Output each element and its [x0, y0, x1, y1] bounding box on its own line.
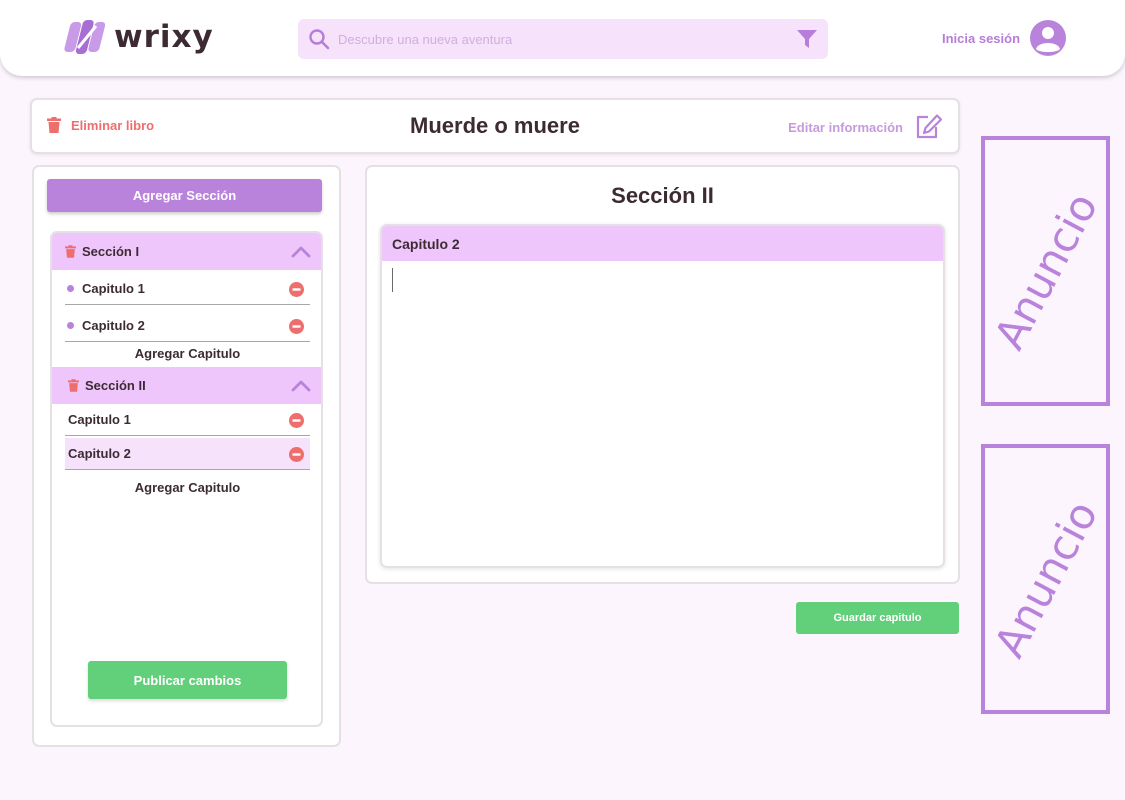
chevron-up-icon[interactable] — [291, 379, 311, 392]
ad-label: Anuncio — [984, 492, 1107, 666]
edit-info-label: Editar información — [788, 119, 903, 135]
search-input[interactable] — [338, 19, 778, 59]
publish-changes-button[interactable]: Publicar cambios — [88, 661, 287, 699]
chevron-up-icon[interactable] — [291, 245, 311, 258]
section-label: Sección I — [82, 244, 140, 259]
logo-icon — [64, 20, 106, 54]
bullet-icon — [67, 322, 74, 329]
text-caret — [392, 268, 393, 292]
ad-banner[interactable]: Anuncio — [981, 136, 1110, 406]
section-label: Sección II — [85, 378, 146, 393]
search-bar — [298, 19, 828, 59]
login-label: Inicia sesión — [942, 30, 1021, 46]
chapter-item[interactable]: Capitulo 1 — [65, 404, 310, 436]
chapter-label: Capitulo 2 — [82, 318, 145, 333]
section-header-2[interactable]: Sección II — [52, 367, 321, 404]
brand-name: wrixy — [114, 19, 214, 55]
remove-icon[interactable] — [289, 447, 304, 462]
ad-banner[interactable]: Anuncio — [981, 444, 1110, 714]
section-header-1[interactable]: Sección I — [52, 233, 321, 270]
chapter-title: Capitulo 2 — [382, 226, 943, 261]
chapter-label: Capitulo 2 — [68, 446, 131, 461]
user-avatar-icon — [1030, 20, 1067, 56]
search-icon — [309, 29, 330, 50]
remove-icon[interactable] — [289, 282, 304, 297]
filter-icon[interactable] — [796, 29, 818, 49]
bullet-icon — [67, 285, 74, 292]
save-chapter-button[interactable]: Guardar capitulo — [796, 602, 959, 634]
edit-info-button[interactable]: Editar información — [788, 114, 943, 140]
login-button[interactable]: Inicia sesión — [942, 20, 1067, 56]
add-chapter-button[interactable]: Agregar Capitulo — [52, 480, 321, 495]
remove-icon[interactable] — [289, 319, 304, 334]
sections-tree: Sección I Capitulo 1 Capitulo 2 Agregar … — [50, 231, 323, 727]
remove-icon[interactable] — [289, 413, 304, 428]
ad-label: Anuncio — [984, 184, 1107, 358]
chapter-editor: Capitulo 2 — [380, 224, 945, 568]
edit-icon — [916, 114, 943, 139]
editor-panel: Sección II Capitulo 2 — [365, 165, 960, 584]
sections-panel: Agregar Sección Sección I Capitulo 1 Cap… — [32, 165, 341, 747]
chapter-content-input[interactable] — [382, 261, 943, 566]
chapter-label: Capitulo 1 — [82, 281, 145, 296]
book-title-bar: Eliminar libro Muerde o muere Editar inf… — [30, 98, 960, 154]
editor-section-title: Sección II — [611, 183, 714, 208]
chapter-item[interactable]: Capitulo 1 — [65, 273, 310, 305]
top-header: wrixy Inicia sesión — [0, 0, 1125, 76]
trash-icon[interactable] — [65, 245, 76, 258]
trash-icon[interactable] — [68, 379, 79, 392]
chapter-label: Capitulo 1 — [68, 412, 131, 427]
chapter-item-selected[interactable]: Capitulo 2 — [65, 438, 310, 470]
add-chapter-button[interactable]: Agregar Capitulo — [52, 346, 321, 361]
add-section-button[interactable]: Agregar Sección — [47, 179, 322, 212]
logo[interactable]: wrixy — [62, 18, 214, 56]
chapter-item[interactable]: Capitulo 2 — [65, 310, 310, 342]
